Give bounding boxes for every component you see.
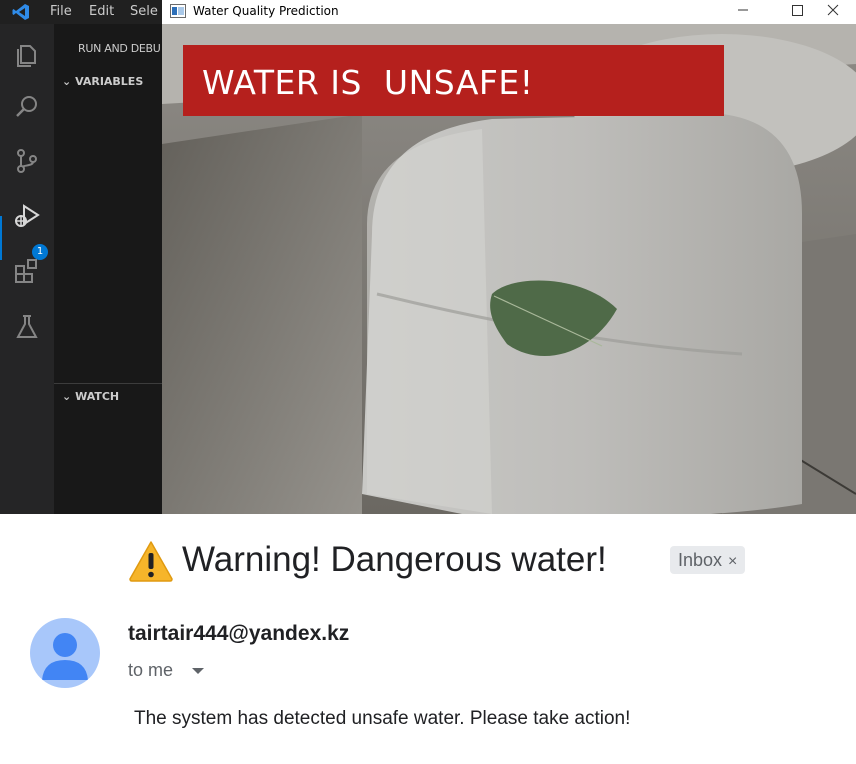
- recipient-label: to me: [128, 660, 174, 680]
- chevron-down-icon: ⌄: [62, 390, 72, 403]
- active-indicator: [0, 216, 2, 260]
- close-icon: [827, 4, 839, 16]
- window-title: Water Quality Prediction: [193, 4, 339, 18]
- testing-icon[interactable]: [12, 312, 42, 342]
- unsafe-alert-banner: WATER IS UNSAFE!: [183, 45, 724, 116]
- email-subject: Warning! Dangerous water!: [182, 540, 607, 579]
- window-titlebar: Water Quality Prediction: [162, 0, 856, 24]
- alert-text: WATER IS UNSAFE!: [202, 63, 534, 102]
- sender-address[interactable]: tairtair444@yandex.kz: [128, 622, 349, 646]
- avatar[interactable]: [30, 618, 100, 688]
- recipient-details-dropdown-icon[interactable]: [192, 668, 204, 674]
- chevron-down-icon: ⌄: [62, 75, 72, 88]
- vscode-logo-icon: [12, 4, 29, 20]
- source-control-icon[interactable]: [12, 146, 42, 176]
- person-icon: [42, 633, 88, 680]
- warning-icon: [129, 541, 173, 582]
- remove-label-icon[interactable]: ×: [728, 553, 737, 570]
- app-icon: [170, 4, 186, 18]
- close-button[interactable]: [810, 0, 856, 24]
- extensions-icon[interactable]: [12, 256, 42, 286]
- watch-label: WATCH: [75, 390, 120, 403]
- email-message: Warning! Dangerous water! Inbox × tairtai…: [0, 514, 856, 764]
- run-debug-icon[interactable]: [12, 202, 42, 232]
- email-body: The system has detected unsafe water. Pl…: [134, 708, 631, 729]
- camera-feed: WATER IS UNSAFE!: [162, 24, 856, 514]
- activity-bar: 1: [0, 24, 54, 514]
- variables-label: VARIABLES: [75, 75, 144, 88]
- minimize-icon: [738, 9, 748, 11]
- section-divider: [54, 383, 164, 384]
- variables-section[interactable]: ⌄ VARIABLES: [62, 75, 143, 88]
- minimize-button[interactable]: [720, 0, 766, 24]
- inbox-label-chip[interactable]: Inbox ×: [670, 546, 746, 574]
- explorer-icon[interactable]: [12, 40, 42, 70]
- prediction-window: Water Quality Prediction WATER IS UNSAFE…: [162, 0, 856, 514]
- sidebar-title: RUN AND DEBU: [78, 42, 161, 55]
- search-icon[interactable]: [12, 92, 42, 122]
- run-debug-sidebar: RUN AND DEBU ⌄ VARIABLES ⌄ WATCH: [54, 24, 164, 514]
- vscode-titlebar: File Edit Sele: [0, 0, 170, 24]
- watch-section[interactable]: ⌄ WATCH: [62, 390, 119, 403]
- menu-edit[interactable]: Edit: [89, 4, 114, 19]
- inbox-label: Inbox: [678, 550, 723, 570]
- menu-file[interactable]: File: [50, 4, 72, 19]
- menu-selection[interactable]: Sele: [130, 4, 158, 19]
